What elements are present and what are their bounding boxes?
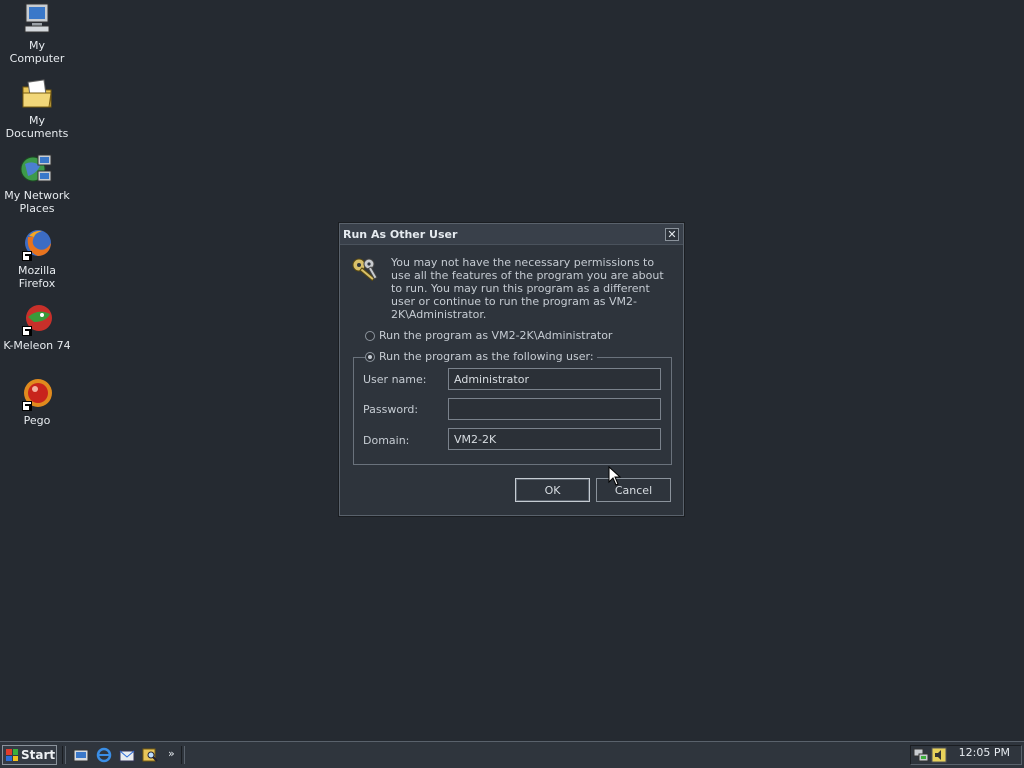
outlook-express-icon[interactable] xyxy=(119,747,135,763)
desktop-icon-my-documents[interactable]: My Documents xyxy=(0,77,74,140)
start-label: Start xyxy=(21,748,56,762)
desktop-icon-my-computer[interactable]: My Computer xyxy=(0,2,74,65)
volume-tray-icon[interactable] xyxy=(931,747,947,763)
pego-icon xyxy=(20,377,54,411)
ok-button[interactable]: OK xyxy=(515,478,590,502)
radio-button-checked[interactable] xyxy=(365,351,375,362)
run-as-dialog: Run As Other User ✕ You may not have the… xyxy=(339,223,684,516)
desktop-icon-label: My Computer xyxy=(9,39,65,65)
desktop-icon-pego[interactable]: Pego xyxy=(0,377,74,427)
computer-icon xyxy=(20,2,54,36)
desktop-icon-label: My Network Places xyxy=(4,189,70,215)
quick-launch-overflow-icon[interactable]: » xyxy=(168,747,175,760)
network-tray-icon[interactable] xyxy=(913,747,929,763)
dialog-title: Run As Other User xyxy=(343,227,458,241)
desktop-icon-label: Pego xyxy=(23,414,51,427)
radio-run-as-current[interactable]: Run the program as VM2-2K\Administrator xyxy=(365,329,612,342)
dialog-message: You may not have the necessary permissio… xyxy=(391,256,664,321)
shortcut-arrow-icon xyxy=(22,326,32,336)
desktop-icon-mozilla-firefox[interactable]: Mozilla Firefox xyxy=(0,227,74,290)
mouse-cursor-icon xyxy=(608,465,622,486)
desktop-icon-label: My Documents xyxy=(5,114,69,140)
taskbar-separator xyxy=(181,746,185,764)
internet-explorer-icon[interactable] xyxy=(96,747,112,763)
clock[interactable]: 12:05 PM xyxy=(959,746,1010,759)
close-icon: ✕ xyxy=(667,227,677,241)
windows-flag-icon xyxy=(6,749,18,761)
username-label: User name: xyxy=(363,373,427,386)
k-meleon-icon xyxy=(20,302,54,336)
documents-folder-icon xyxy=(20,77,54,111)
firefox-icon xyxy=(20,227,54,261)
taskbar: Start » 12:05 PM xyxy=(0,741,1024,768)
close-button[interactable]: ✕ xyxy=(665,227,679,241)
radio-label: Run the program as the following user: xyxy=(379,350,594,363)
radio-run-as-other[interactable]: Run the program as the following user: xyxy=(365,350,597,363)
show-desktop-icon[interactable] xyxy=(73,747,89,763)
network-places-icon xyxy=(20,152,54,186)
dialog-titlebar[interactable]: Run As Other User ✕ xyxy=(340,224,683,245)
shortcut-arrow-icon xyxy=(22,251,32,261)
desktop-icon-label: K-Meleon 74 xyxy=(3,339,71,352)
radio-button[interactable] xyxy=(365,330,375,341)
domain-label: Domain: xyxy=(363,434,410,447)
desktop-icon-my-network-places[interactable]: My Network Places xyxy=(0,152,74,215)
domain-field[interactable] xyxy=(448,428,661,450)
taskbar-separator xyxy=(62,746,66,764)
search-icon[interactable] xyxy=(142,747,158,763)
keys-icon xyxy=(350,256,384,288)
username-field[interactable] xyxy=(448,368,661,390)
password-field[interactable] xyxy=(448,398,661,420)
desktop-icon-k-meleon[interactable]: K-Meleon 74 xyxy=(0,302,74,352)
radio-label: Run the program as VM2-2K\Administrator xyxy=(379,329,613,342)
password-label: Password: xyxy=(363,403,419,416)
desktop-icon-label: Mozilla Firefox xyxy=(18,264,56,290)
shortcut-arrow-icon xyxy=(22,401,32,411)
start-button[interactable]: Start xyxy=(2,745,57,765)
